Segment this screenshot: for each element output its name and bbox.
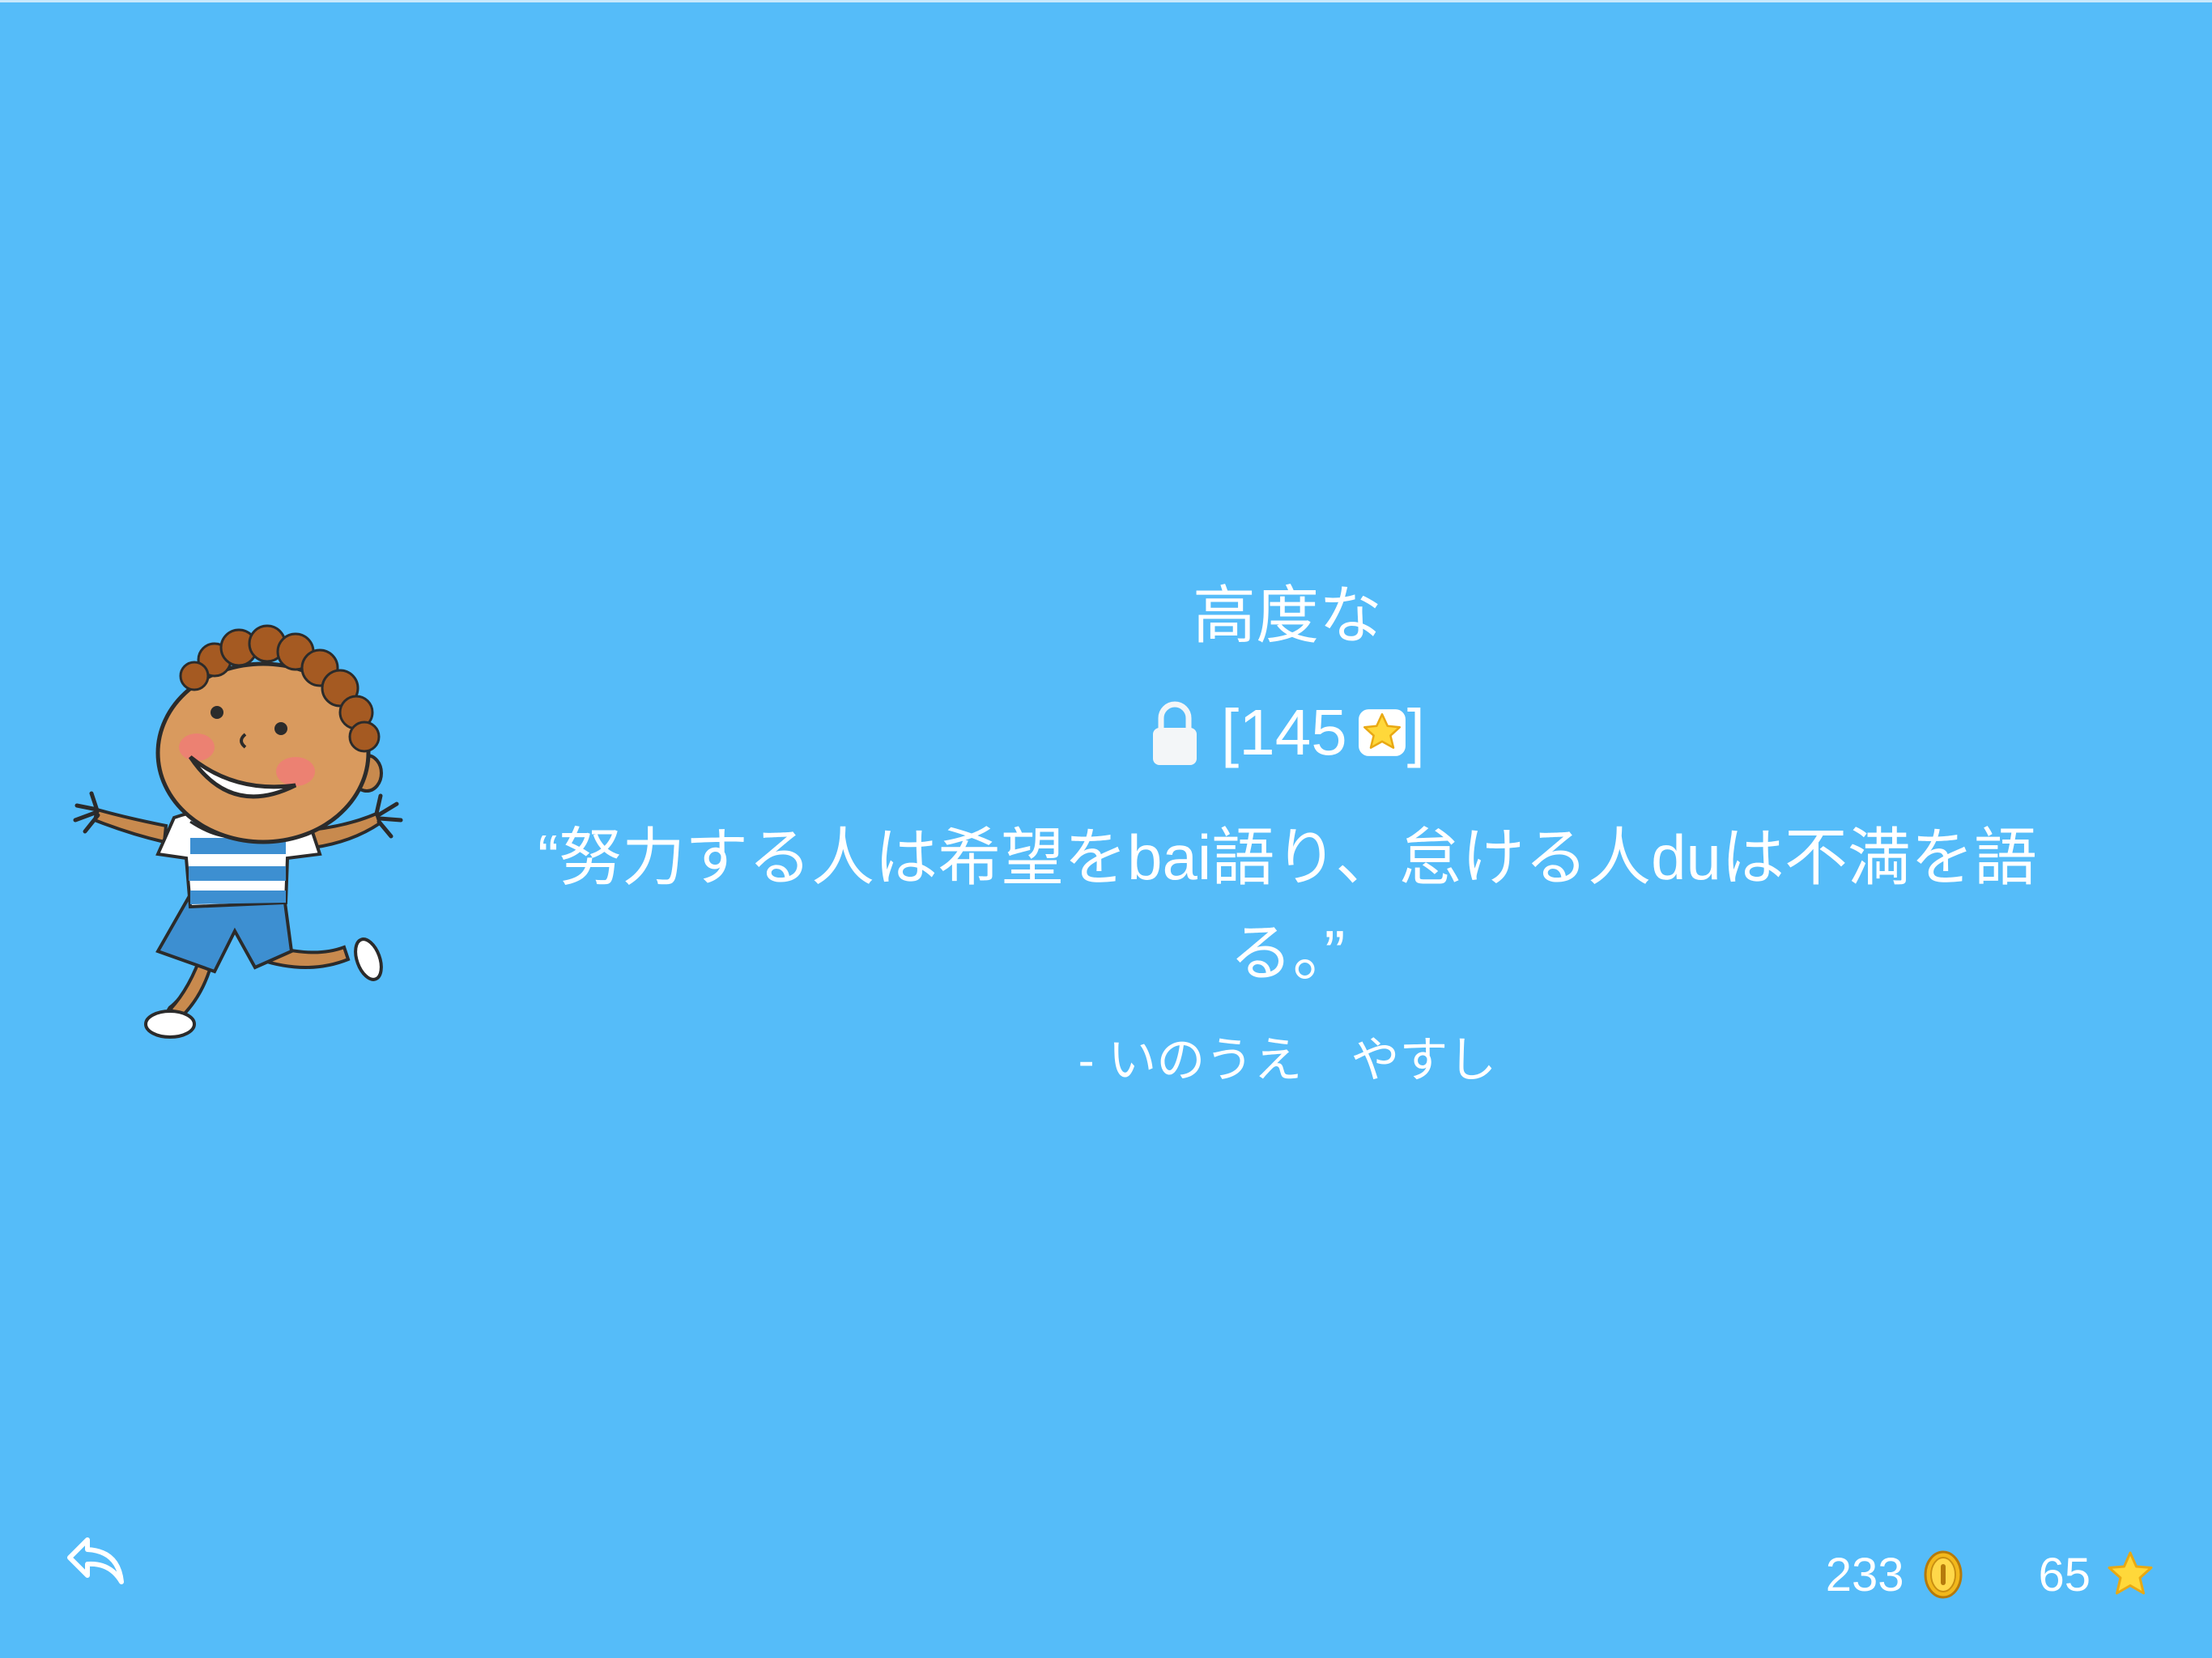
star-icon	[1358, 709, 1406, 756]
coin-icon	[1924, 1550, 1963, 1599]
kid-illustration	[73, 624, 403, 1039]
level-title: 高度な	[1192, 580, 1382, 651]
lock-icon	[1153, 701, 1197, 765]
stars-required: 145	[1239, 696, 1347, 768]
star-count: 65	[2038, 1548, 2091, 1601]
back-arrow-icon[interactable]	[63, 1528, 128, 1593]
top-edge-line	[0, 0, 2212, 2]
quote-author: - いのうえ やすし	[1078, 1033, 1497, 1087]
coin-count: 233	[1825, 1548, 1904, 1601]
lock-open-bracket: [	[1221, 696, 1240, 768]
lock-close-bracket: ]	[1406, 696, 1425, 768]
quote-text: “努力する人は希望をbai語り、怠ける人duは不満を語る。”	[538, 822, 2037, 988]
lock-requirement: [145 ]	[486, 684, 2089, 781]
star-icon	[2108, 1551, 2153, 1595]
stats-bar: 233 65	[1826, 1538, 2155, 1611]
